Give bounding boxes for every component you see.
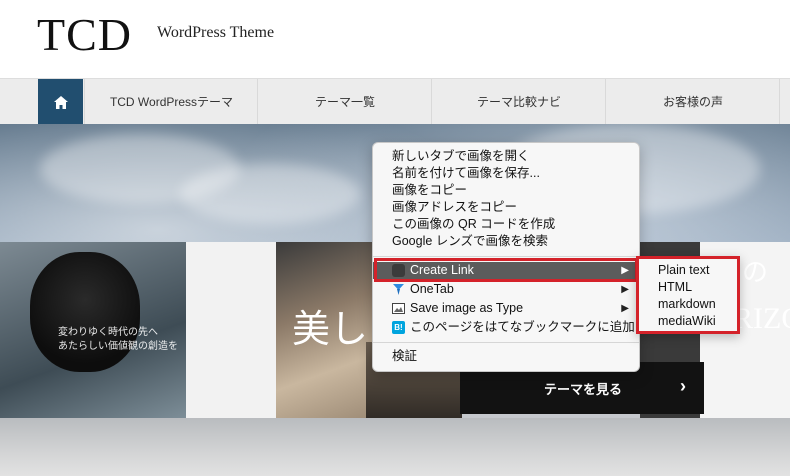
slide-image-page [186,242,276,420]
hatena-bookmark-icon: B! [392,321,405,334]
menu-item-create-qr-code[interactable]: この画像の QR コードを作成 [373,216,639,233]
menu-item-label: 新しいタブで画像を開く [392,149,530,163]
nav-item-theme-list[interactable]: テーマ一覧 [257,79,432,125]
submenu-arrow-icon: ▶ [621,284,629,295]
menu-item-label: 名前を付けて画像を保存... [392,166,540,180]
menu-item-save-image-as[interactable]: 名前を付けて画像を保存... [373,165,639,182]
nav-item-overflow [779,79,790,125]
menu-item-label: 検証 [392,349,418,363]
site-logo[interactable]: TCD [37,8,132,61]
site-tagline: WordPress Theme [157,24,275,41]
submenu-item-markdown[interactable]: markdown [658,296,716,313]
global-nav: TCD WordPressテーマ テーマ一覧 テーマ比較ナビ お客様の声 [0,78,790,125]
menu-item-open-image-new-tab[interactable]: 新しいタブで画像を開く [373,148,639,165]
submenu-item-mediawiki[interactable]: mediaWiki [658,313,716,330]
hero-headline-right-latin: RIZO [733,302,790,335]
menu-item-copy-image-address[interactable]: 画像アドレスをコピー [373,199,639,216]
submenu-item-html[interactable]: HTML [658,279,692,296]
create-link-submenu: Plain text HTML markdown mediaWiki [636,256,740,334]
menu-item-label: Google レンズで画像を検索 [392,234,549,248]
menu-separator [373,342,639,343]
onetab-icon [392,283,405,296]
slide-caption-2: あたらしい価値観の創造を [58,341,178,352]
menu-item-label: Save image as Type [410,301,524,315]
nav-item-tcd-wordpress-theme[interactable]: TCD WordPressテーマ [84,79,258,125]
menu-item-save-image-as-type[interactable]: Save image as Type ▶ [373,300,639,317]
menu-item-label: 画像アドレスをコピー [392,200,518,214]
submenu-arrow-icon: ▶ [621,303,629,314]
menu-separator [373,256,639,257]
view-themes-button-label: テーマを見る [544,382,623,397]
site-header: TCD WordPress Theme [0,0,790,78]
menu-item-label: OneTab [410,282,454,296]
context-menu: 新しいタブで画像を開く 名前を付けて画像を保存... 画像をコピー 画像アドレス… [372,142,640,372]
menu-item-inspect[interactable]: 検証 [373,348,639,365]
slide-caption-1: 変わりゆく時代の先へ [58,327,158,338]
menu-item-onetab[interactable]: OneTab ▶ [373,281,639,298]
hero-headline-right-char: の [742,258,769,287]
chevron-right-icon: › [680,376,686,396]
create-link-highlight-box [374,258,638,282]
menu-item-label: この画像の QR コードを作成 [392,217,556,231]
menu-item-label: 画像をコピー [392,183,468,197]
menu-item-label: このページをはてなブックマークに追加 [410,320,635,334]
menu-item-search-google-lens[interactable]: Google レンズで画像を検索 [373,233,639,250]
cloud-decoration [180,164,360,224]
slide-image-portrait: 変わりゆく時代の先へ あたらしい価値観の創造を [0,242,186,420]
home-icon [53,95,68,109]
image-icon [392,302,405,315]
nav-item-customer-voice[interactable]: お客様の声 [605,79,780,125]
menu-item-copy-image[interactable]: 画像をコピー [373,182,639,199]
nav-item-theme-compare[interactable]: テーマ比較ナビ [431,79,606,125]
menu-item-hatena-bookmark[interactable]: B! このページをはてなブックマークに追加 [373,319,639,336]
slide-image-figure [30,252,140,372]
submenu-item-plain-text[interactable]: Plain text [658,262,709,279]
floor-reflection [0,418,790,476]
nav-home-button[interactable] [38,79,83,125]
